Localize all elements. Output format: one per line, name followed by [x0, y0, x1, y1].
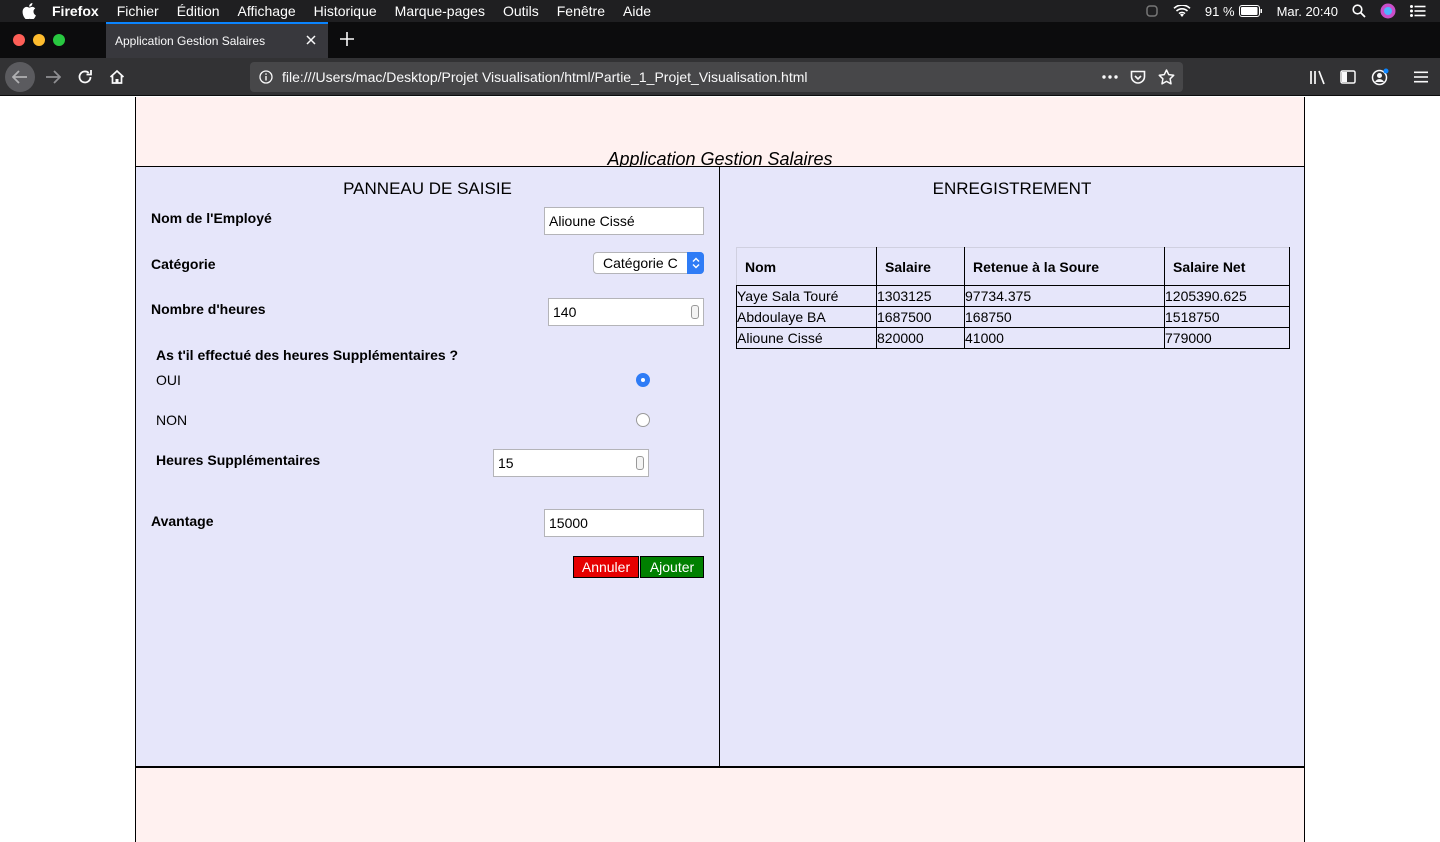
tab-active[interactable]: Application Gestion Salaires — [106, 22, 328, 58]
forward-button[interactable] — [38, 62, 68, 92]
hamburger-menu-icon[interactable] — [1406, 62, 1436, 92]
records-panel: ENREGISTREMENT Nom Salaire Retenue à la … — [720, 167, 1304, 767]
menu-affichage[interactable]: Affichage — [238, 3, 296, 19]
table-cell: Yaye Sala Touré — [736, 285, 877, 307]
notification-center-icon[interactable] — [1410, 5, 1426, 17]
app-container: Application Gestion Salaires PANNEAU DE … — [135, 97, 1305, 842]
app-header: Application Gestion Salaires — [136, 97, 1304, 169]
table-header-row: Nom Salaire Retenue à la Soure Salaire N… — [736, 247, 1290, 286]
browser-tab-bar: Application Gestion Salaires — [0, 22, 1440, 58]
number-spinner-icon[interactable] — [691, 305, 699, 319]
category-selected-value: Catégorie C — [603, 255, 678, 271]
tab-close-icon[interactable] — [302, 31, 320, 49]
overtime-question: As t'il effectué des heures Supplémentai… — [156, 347, 459, 363]
overtime-yes-radio[interactable] — [636, 373, 650, 387]
table-cell: 97734.375 — [964, 285, 1165, 307]
wifi-icon[interactable] — [1173, 4, 1191, 18]
siri-icon[interactable] — [1380, 3, 1396, 19]
app-footer — [136, 766, 1304, 842]
battery-icon[interactable] — [1238, 5, 1263, 17]
table-cell: 820000 — [876, 327, 965, 349]
table-row: Alioune Cissé 820000 41000 779000 — [736, 327, 1290, 349]
category-select[interactable]: Catégorie C — [593, 252, 704, 274]
benefit-value: 15000 — [549, 515, 588, 531]
table-cell: 1303125 — [876, 285, 965, 307]
table-cell: 168750 — [964, 306, 1165, 328]
entry-panel-title: PANNEAU DE SAISIE — [343, 179, 512, 198]
page-actions-icon[interactable] — [1102, 75, 1118, 79]
benefit-label: Avantage — [151, 513, 214, 529]
macos-menubar: Firefox Fichier Édition Affichage Histor… — [0, 0, 1440, 22]
employee-name-value: Alioune Cissé — [549, 213, 635, 229]
menu-aide[interactable]: Aide — [623, 3, 651, 19]
table-cell: 1687500 — [876, 306, 965, 328]
reload-icon[interactable] — [70, 62, 100, 92]
menu-fenetre[interactable]: Fenêtre — [557, 3, 605, 19]
records-panel-title: ENREGISTREMENT — [932, 179, 1092, 198]
back-button[interactable] — [5, 62, 35, 92]
overtime-hours-label: Heures Supplémentaires — [156, 452, 321, 468]
status-area: 91 % Mar. 20:40 — [1145, 0, 1440, 22]
window-close-button[interactable] — [13, 34, 25, 46]
overtime-no-label: NON — [156, 412, 188, 428]
url-text: file:///Users/mac/Desktop/Projet Visuali… — [282, 69, 808, 85]
table-row: Yaye Sala Touré 1303125 97734.375 120539… — [736, 285, 1290, 307]
employee-name-input[interactable]: Alioune Cissé — [544, 207, 704, 235]
number-spinner-icon[interactable] — [636, 456, 644, 470]
hours-label: Nombre d'heures — [151, 301, 266, 317]
menu-edition[interactable]: Édition — [177, 3, 220, 19]
home-icon[interactable] — [102, 62, 132, 92]
overtime-no-radio[interactable] — [636, 413, 650, 427]
category-label: Catégorie — [151, 256, 216, 272]
overtime-yes-label: OUI — [156, 372, 181, 388]
table-cell: Alioune Cissé — [736, 327, 877, 349]
url-actions — [1090, 62, 1175, 92]
site-info-icon[interactable] — [250, 70, 282, 84]
library-icon[interactable] — [1302, 62, 1332, 92]
table-row: Abdoulaye BA 1687500 168750 1518750 — [736, 306, 1290, 328]
table-cell: 1205390.625 — [1164, 285, 1290, 307]
url-bar[interactable]: file:///Users/mac/Desktop/Projet Visuali… — [250, 62, 1183, 92]
column-header-salaire-net: Salaire Net — [1164, 247, 1290, 286]
sidebar-toggle-icon[interactable] — [1333, 62, 1363, 92]
hours-value: 140 — [553, 304, 577, 320]
bookmark-star-icon[interactable] — [1158, 69, 1175, 85]
column-header-nom: Nom — [736, 247, 877, 286]
add-button[interactable]: Ajouter — [640, 556, 704, 578]
column-header-salaire: Salaire — [876, 247, 965, 286]
menu-marque-pages[interactable]: Marque-pages — [395, 3, 485, 19]
entry-panel: PANNEAU DE SAISIE Nom de l'Employé Aliou… — [136, 167, 720, 767]
menu-app-firefox[interactable]: Firefox — [52, 3, 99, 19]
employee-name-label: Nom de l'Employé — [151, 210, 272, 226]
overtime-hours-value: 15 — [498, 455, 514, 471]
select-chevron-icon — [687, 252, 704, 274]
new-tab-icon[interactable] — [336, 28, 358, 50]
menubar-clock[interactable]: Mar. 20:40 — [1277, 4, 1338, 19]
battery-percent: 91 % — [1204, 3, 1235, 19]
window-zoom-button[interactable] — [53, 34, 65, 46]
table-cell: 41000 — [964, 327, 1165, 349]
tab-title: Application Gestion Salaires — [115, 34, 266, 48]
column-header-retenue: Retenue à la Soure — [964, 247, 1165, 286]
cancel-button[interactable]: Annuler — [573, 556, 639, 578]
account-icon[interactable] — [1365, 62, 1395, 92]
page-viewport: Application Gestion Salaires PANNEAU DE … — [0, 97, 1440, 842]
spotlight-icon[interactable] — [1352, 4, 1366, 18]
pocket-icon[interactable] — [1130, 70, 1146, 85]
hours-input[interactable]: 140 — [548, 298, 704, 326]
overtime-hours-input[interactable]: 15 — [493, 449, 649, 477]
table-cell: 779000 — [1164, 327, 1290, 349]
benefit-input[interactable]: 15000 — [544, 509, 704, 537]
window-minimize-button[interactable] — [33, 34, 45, 46]
browser-nav-bar: file:///Users/mac/Desktop/Projet Visuali… — [0, 58, 1440, 96]
menu-fichier[interactable]: Fichier — [117, 3, 159, 19]
records-table: Nom Salaire Retenue à la Soure Salaire N… — [736, 247, 1290, 349]
table-cell: 1518750 — [1164, 306, 1290, 328]
menu-historique[interactable]: Historique — [314, 3, 377, 19]
time-machine-icon[interactable] — [1145, 4, 1159, 18]
table-cell: Abdoulaye BA — [736, 306, 877, 328]
menu-outils[interactable]: Outils — [503, 3, 539, 19]
apple-icon[interactable] — [18, 0, 40, 22]
